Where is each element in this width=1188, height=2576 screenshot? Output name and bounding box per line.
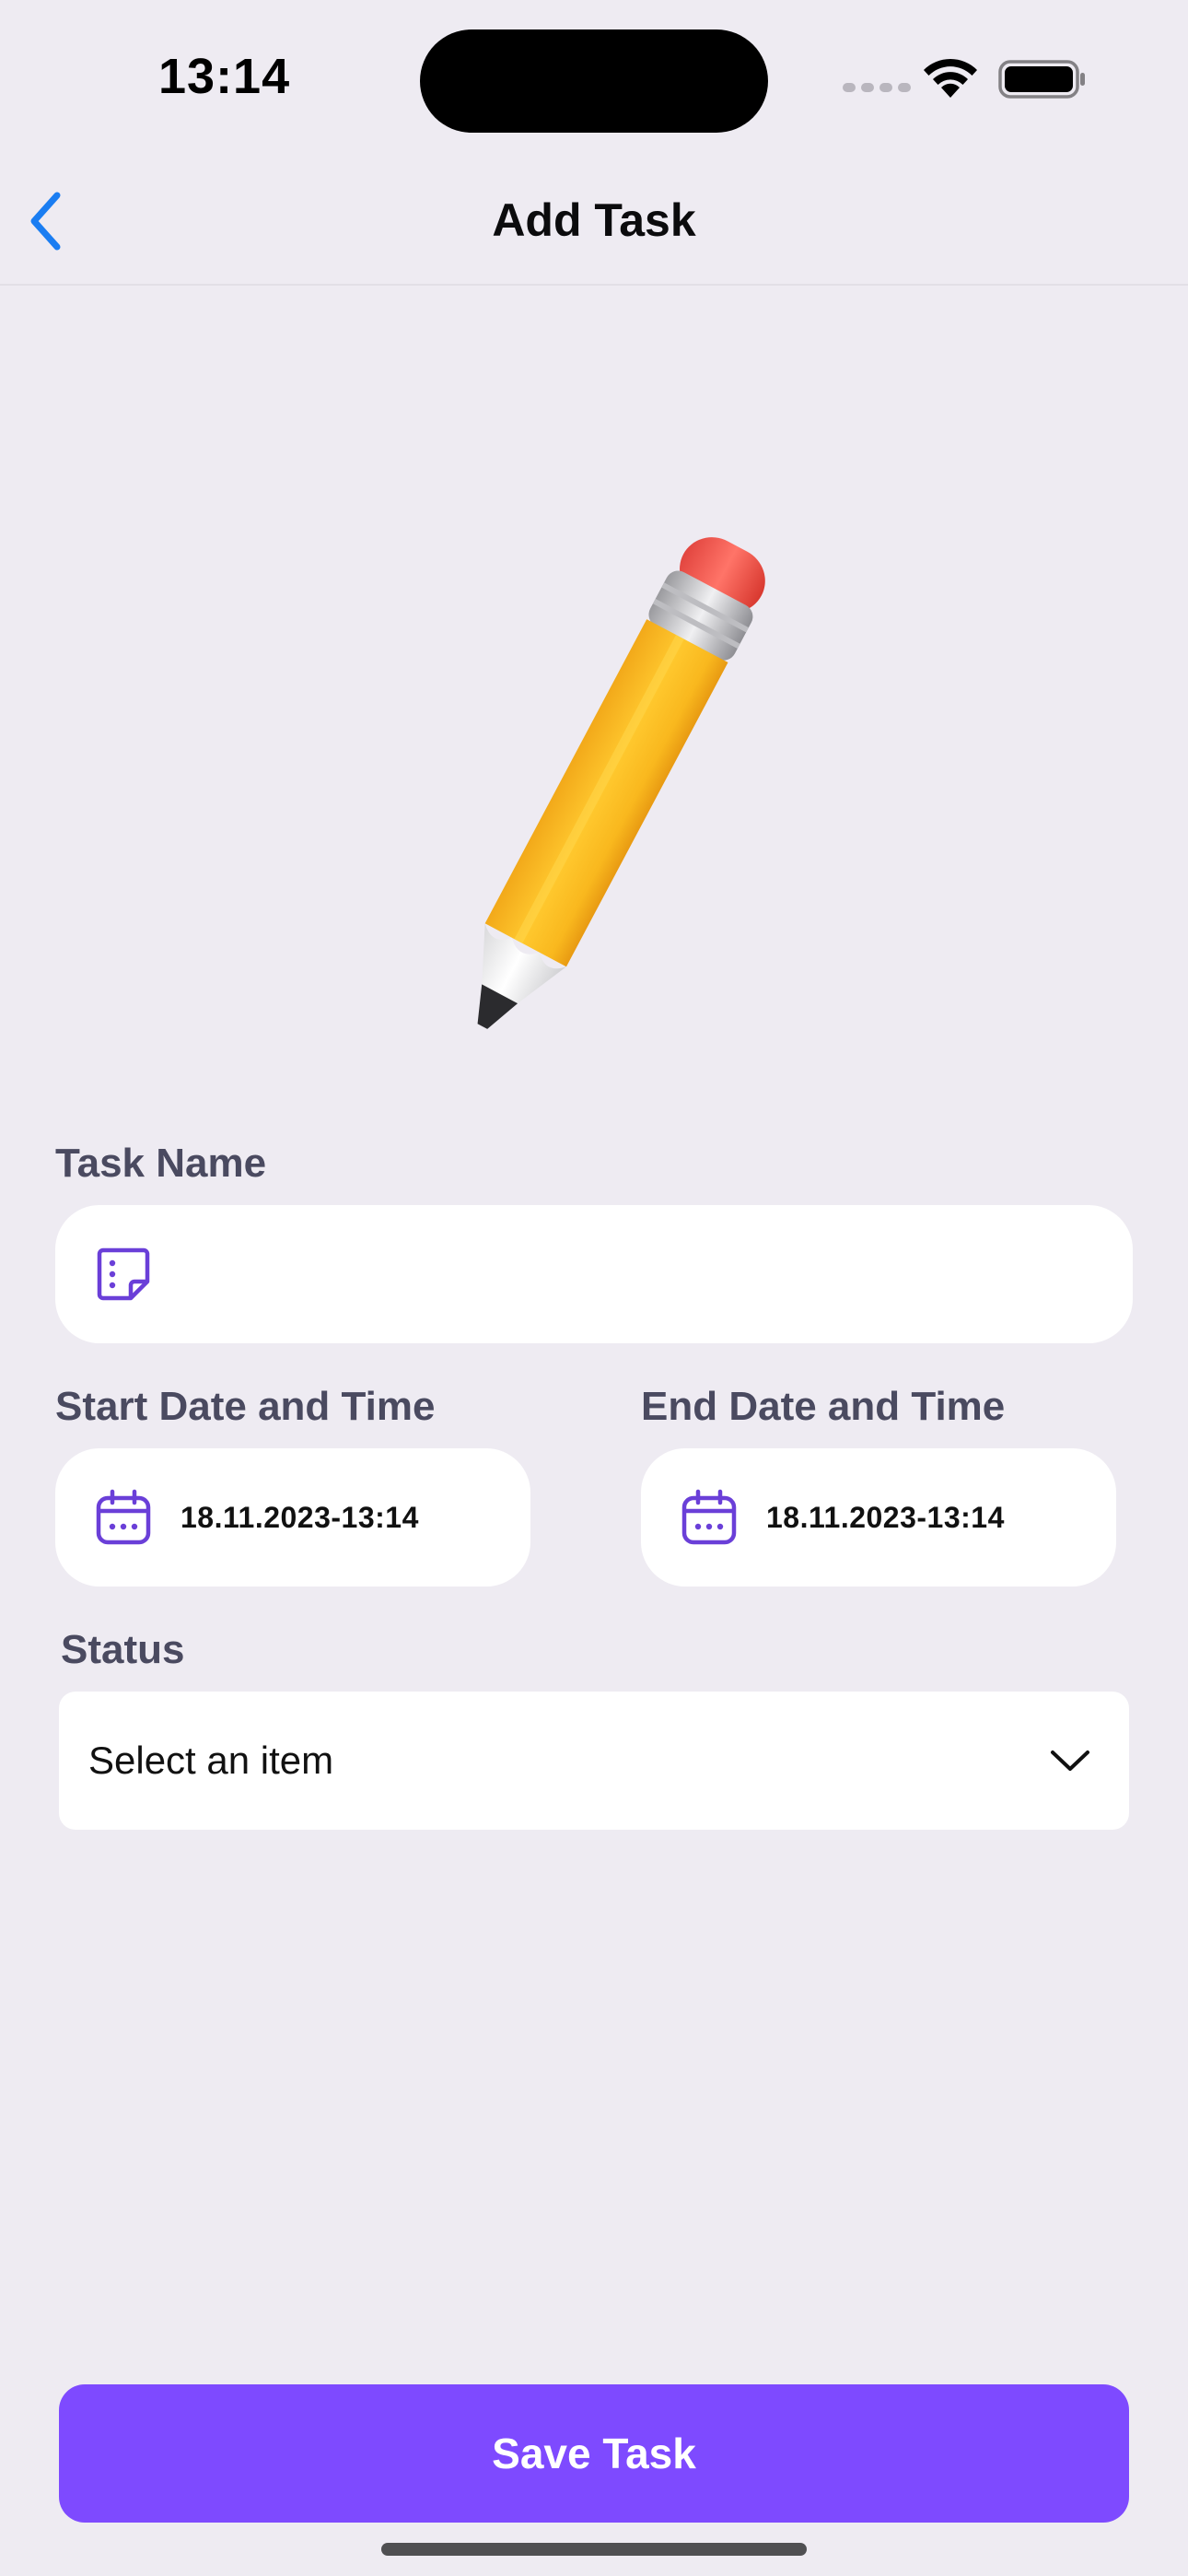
calendar-icon <box>681 1489 737 1545</box>
chevron-down-icon <box>1051 1751 1089 1771</box>
status-selected-value: Select an item <box>88 1739 334 1782</box>
save-task-button[interactable]: Save Task <box>59 2384 1129 2523</box>
status-dropdown[interactable]: Select an item <box>59 1692 1129 1830</box>
end-date-label: End Date and Time <box>641 1384 1006 1429</box>
wifi-icon <box>924 58 977 98</box>
task-name-label: Task Name <box>55 1141 267 1186</box>
page-title: Add Task <box>492 194 696 246</box>
task-name-field[interactable] <box>55 1205 1133 1343</box>
start-date-label: Start Date and Time <box>55 1384 436 1429</box>
nav-divider <box>0 284 1188 286</box>
home-indicator <box>381 2543 807 2556</box>
end-date-value: 18.11.2023-13:14 <box>766 1500 1005 1534</box>
status-bar-time: 13:14 <box>158 49 291 104</box>
end-date-picker[interactable]: 18.11.2023-13:14 <box>641 1448 1116 1587</box>
start-date-picker[interactable]: 18.11.2023-13:14 <box>55 1448 530 1587</box>
start-date-value: 18.11.2023-13:14 <box>181 1500 419 1534</box>
pencil-illustration <box>477 537 765 1029</box>
status-label: Status <box>61 1627 185 1672</box>
task-name-input[interactable] <box>181 1252 1133 1296</box>
battery-icon <box>998 60 1085 99</box>
dynamic-island <box>420 29 768 133</box>
cellular-signal-icon <box>843 83 911 92</box>
calendar-icon <box>96 1489 151 1545</box>
note-icon <box>97 1247 150 1301</box>
